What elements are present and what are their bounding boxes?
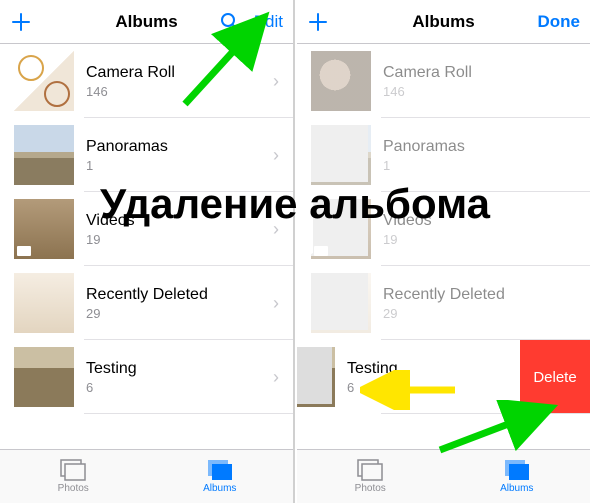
album-title: Camera Roll xyxy=(383,63,590,82)
chevron-right-icon: › xyxy=(273,219,293,240)
tab-label: Albums xyxy=(203,483,236,494)
album-title: Recently Deleted xyxy=(383,285,590,304)
album-row[interactable]: Camera Roll 146 › xyxy=(0,44,293,118)
album-count: 29 xyxy=(383,306,590,321)
album-row[interactable]: Testing 6 › xyxy=(0,340,293,414)
album-thumbnail xyxy=(14,273,74,333)
album-thumbnail xyxy=(14,51,74,111)
album-count: 29 xyxy=(86,306,273,321)
navbar: Albums Done xyxy=(297,0,590,44)
tab-label: Photos xyxy=(355,483,386,494)
album-thumbnail xyxy=(311,273,371,333)
album-thumbnail xyxy=(311,199,371,259)
chevron-right-icon: › xyxy=(273,367,293,388)
album-count: 6 xyxy=(86,380,273,395)
add-button[interactable] xyxy=(10,11,32,33)
search-icon[interactable] xyxy=(220,12,240,32)
edit-button[interactable]: Edit xyxy=(254,12,283,32)
albums-list: Camera Roll 146 › Panoramas 1 › Videos xyxy=(0,44,293,449)
album-thumbnail xyxy=(14,347,74,407)
album-title: Videos xyxy=(86,211,273,230)
album-row: Camera Roll 146 xyxy=(297,44,590,118)
album-count: 19 xyxy=(86,232,273,247)
tab-photos[interactable]: Photos xyxy=(297,450,444,503)
album-title: Testing xyxy=(347,359,512,378)
tab-albums[interactable]: Albums xyxy=(444,450,590,503)
album-row-swiped[interactable]: Testing 6 Delete xyxy=(297,340,590,414)
screen-view-mode: Albums Edit Camera Roll 146 › xyxy=(0,0,293,503)
tab-bar: Photos Albums xyxy=(0,449,293,503)
album-title: Panoramas xyxy=(383,137,590,156)
album-title: Recently Deleted xyxy=(86,285,273,304)
screen-edit-mode: Albums Done Camera Roll 146 Panoramas 1 xyxy=(297,0,590,503)
album-row: Recently Deleted 29 xyxy=(297,266,590,340)
chevron-right-icon: › xyxy=(273,71,293,92)
album-thumbnail xyxy=(311,125,371,185)
album-thumbnail xyxy=(297,347,335,407)
tab-photos[interactable]: Photos xyxy=(0,450,147,503)
tab-label: Photos xyxy=(58,483,89,494)
tab-albums[interactable]: Albums xyxy=(147,450,294,503)
album-row[interactable]: Recently Deleted 29 › xyxy=(0,266,293,340)
album-thumbnail xyxy=(14,125,74,185)
album-title: Camera Roll xyxy=(86,63,273,82)
album-count: 146 xyxy=(86,84,273,99)
chevron-right-icon: › xyxy=(273,145,293,166)
album-title: Panoramas xyxy=(86,137,273,156)
album-count: 146 xyxy=(383,84,590,99)
album-thumbnail xyxy=(311,51,371,111)
album-count: 6 xyxy=(347,380,512,395)
album-count: 1 xyxy=(86,158,273,173)
album-count: 1 xyxy=(383,158,590,173)
delete-button[interactable]: Delete xyxy=(520,340,590,414)
album-count: 19 xyxy=(383,232,590,247)
albums-list-edit: Camera Roll 146 Panoramas 1 Videos 19 xyxy=(297,44,590,449)
album-title: Testing xyxy=(86,359,273,378)
screen-divider xyxy=(293,0,295,503)
album-thumbnail xyxy=(14,199,74,259)
album-row[interactable]: Videos 19 › xyxy=(0,192,293,266)
tab-bar: Photos Albums xyxy=(297,449,590,503)
album-row: Videos 19 xyxy=(297,192,590,266)
album-title: Videos xyxy=(383,211,590,230)
album-row: Panoramas 1 xyxy=(297,118,590,192)
add-button[interactable] xyxy=(307,11,329,33)
chevron-right-icon: › xyxy=(273,293,293,314)
album-row[interactable]: Panoramas 1 › xyxy=(0,118,293,192)
done-button[interactable]: Done xyxy=(538,12,581,32)
navbar: Albums Edit xyxy=(0,0,293,44)
tab-label: Albums xyxy=(500,483,533,494)
